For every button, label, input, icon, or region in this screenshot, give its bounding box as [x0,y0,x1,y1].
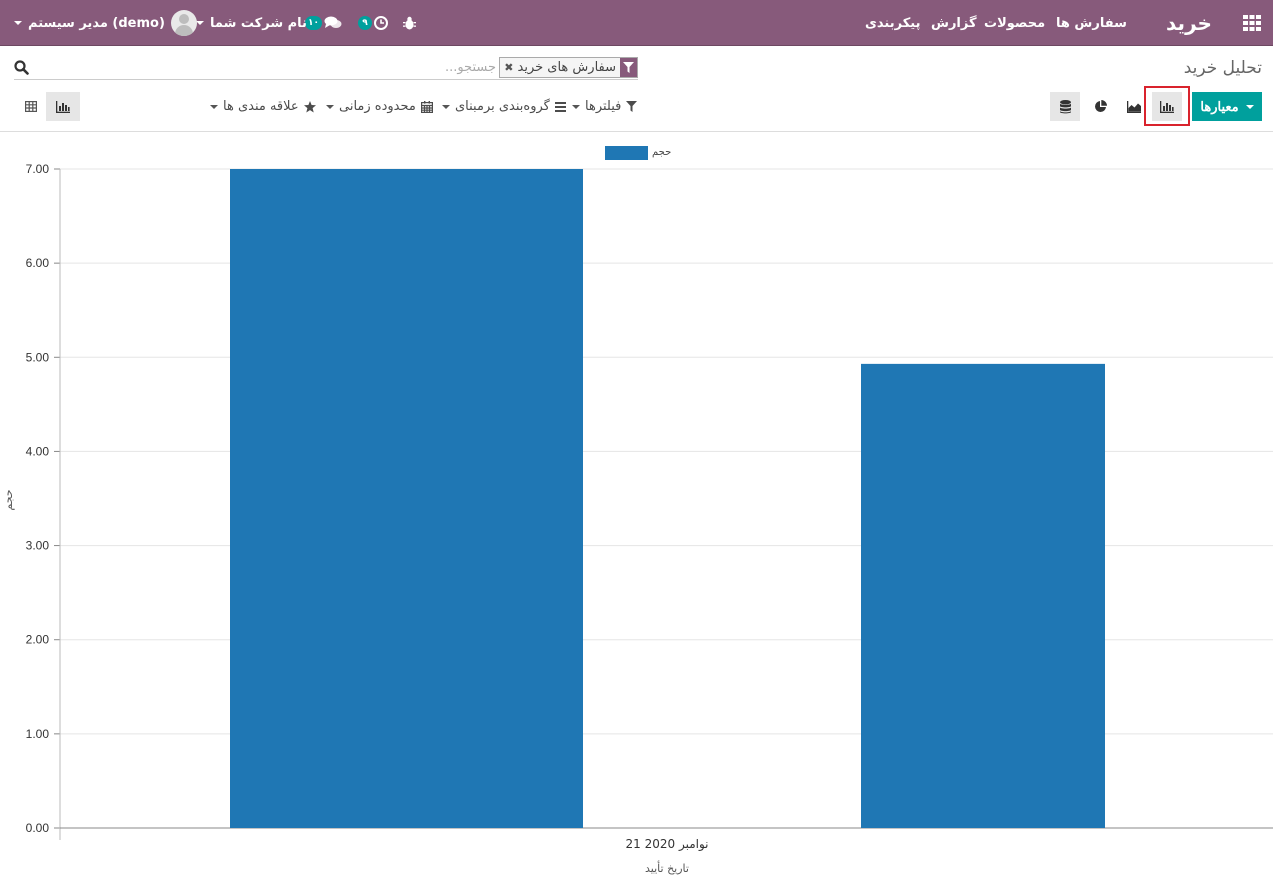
menu-configuration[interactable]: پیکربندی [865,0,920,46]
y-tick-label: 6.00 [26,256,50,270]
clock-icon [374,16,388,30]
y-tick-label: 4.00 [26,444,50,458]
groupby-label: گروه‌بندی برمبنای [455,99,550,114]
y-tick-label: 3.00 [26,539,50,553]
star-icon [303,100,316,112]
user-menu[interactable]: مدیر سیستم (demo) [14,0,197,46]
remove-facet-icon[interactable]: ✖ [504,61,513,74]
filter-icon [626,101,638,112]
bar-1 [230,169,583,828]
bug-icon [403,16,416,30]
search-icon[interactable] [14,60,29,79]
pie-chart-view-button[interactable] [1085,92,1115,121]
y-tick-label: 5.00 [26,350,50,364]
timerange-dropdown[interactable]: محدوده زمانی [326,92,433,121]
caret-down-icon [1245,104,1254,109]
groupby-dropdown[interactable]: گروه‌بندی برمبنای [442,92,566,121]
app-brand[interactable]: خرید [1166,0,1212,46]
stacked-toggle-button[interactable] [1050,92,1080,121]
bar-chart: 0.00 1.00 2.00 3.00 4.00 5.00 6.00 7.00 21 نوامب… [2,146,1273,875]
messaging-button[interactable]: ۱۰ [305,0,342,46]
y-tick-label: 7.00 [26,162,50,176]
search-facet[interactable]: سفارش های خرید ✖ [499,57,638,78]
activity-count-badge: ۹ [358,16,372,30]
filters-dropdown[interactable]: فیلترها [572,92,638,121]
legend-swatch [605,146,648,160]
line-chart-view-button[interactable] [1119,92,1149,121]
area-chart-icon [1127,100,1141,113]
facet-value: سفارش های خرید [517,60,616,75]
legend-label: حجم [652,147,671,158]
user-avatar [170,10,197,36]
top-navbar: خرید سفارش ها محصولات گزارش پیکربندی ۹ ۱… [0,0,1273,46]
measures-button[interactable]: معیارها [1192,92,1262,121]
y-tick-label: 1.00 [26,727,50,741]
filter-facet-icon [620,58,637,77]
favorites-label: علاقه مندی ها [223,99,299,114]
debug-button[interactable] [403,0,416,46]
timerange-label: محدوده زمانی [339,99,416,114]
bar-2 [861,363,1105,828]
message-count-badge: ۱۰ [305,16,322,30]
database-icon [1059,99,1071,113]
menu-products[interactable]: محصولات [984,0,1045,46]
favorites-dropdown[interactable]: علاقه مندی ها [210,92,316,121]
apps-grid-icon [1243,15,1261,31]
activity-button[interactable]: ۹ [358,0,388,46]
page-title: تحلیل خرید [1183,58,1262,78]
filters-label: فیلترها [585,99,622,114]
calendar-icon [420,100,433,113]
x-tick-label: 21 نوامبر 2020 [626,837,709,852]
user-name: مدیر سیستم (demo) [28,15,165,31]
pie-chart-icon [1094,100,1107,112]
menu-reporting[interactable]: گزارش [931,0,977,46]
measures-label: معیارها [1200,98,1239,114]
caret-down-icon [572,104,580,109]
search-bar: سفارش های خرید ✖ [14,56,638,80]
company-name: نام شرکت شما [210,15,307,31]
y-tick-label: 0.00 [26,821,50,835]
caret-down-icon [14,21,22,25]
y-tick-label: 2.00 [26,633,50,647]
menu-orders[interactable]: سفارش ها [1056,0,1127,46]
search-input[interactable] [198,56,498,78]
table-icon [25,101,37,112]
bar-chart-icon [56,100,70,113]
control-panel-divider [0,131,1273,132]
company-switcher[interactable]: نام شرکت شما [196,0,307,46]
highlight-box [1144,86,1190,126]
caret-down-icon [326,104,334,109]
caret-down-icon [210,104,218,109]
x-axis-label: تاریخ تأیید [645,860,689,875]
y-axis-label: حجم [2,489,15,510]
list-icon [554,101,566,112]
apps-menu-button[interactable] [1243,0,1261,46]
caret-down-icon [196,21,204,25]
pivot-view-button[interactable] [16,92,46,121]
comments-icon [324,16,342,28]
caret-down-icon [442,104,450,109]
graph-view-button[interactable] [46,92,80,121]
